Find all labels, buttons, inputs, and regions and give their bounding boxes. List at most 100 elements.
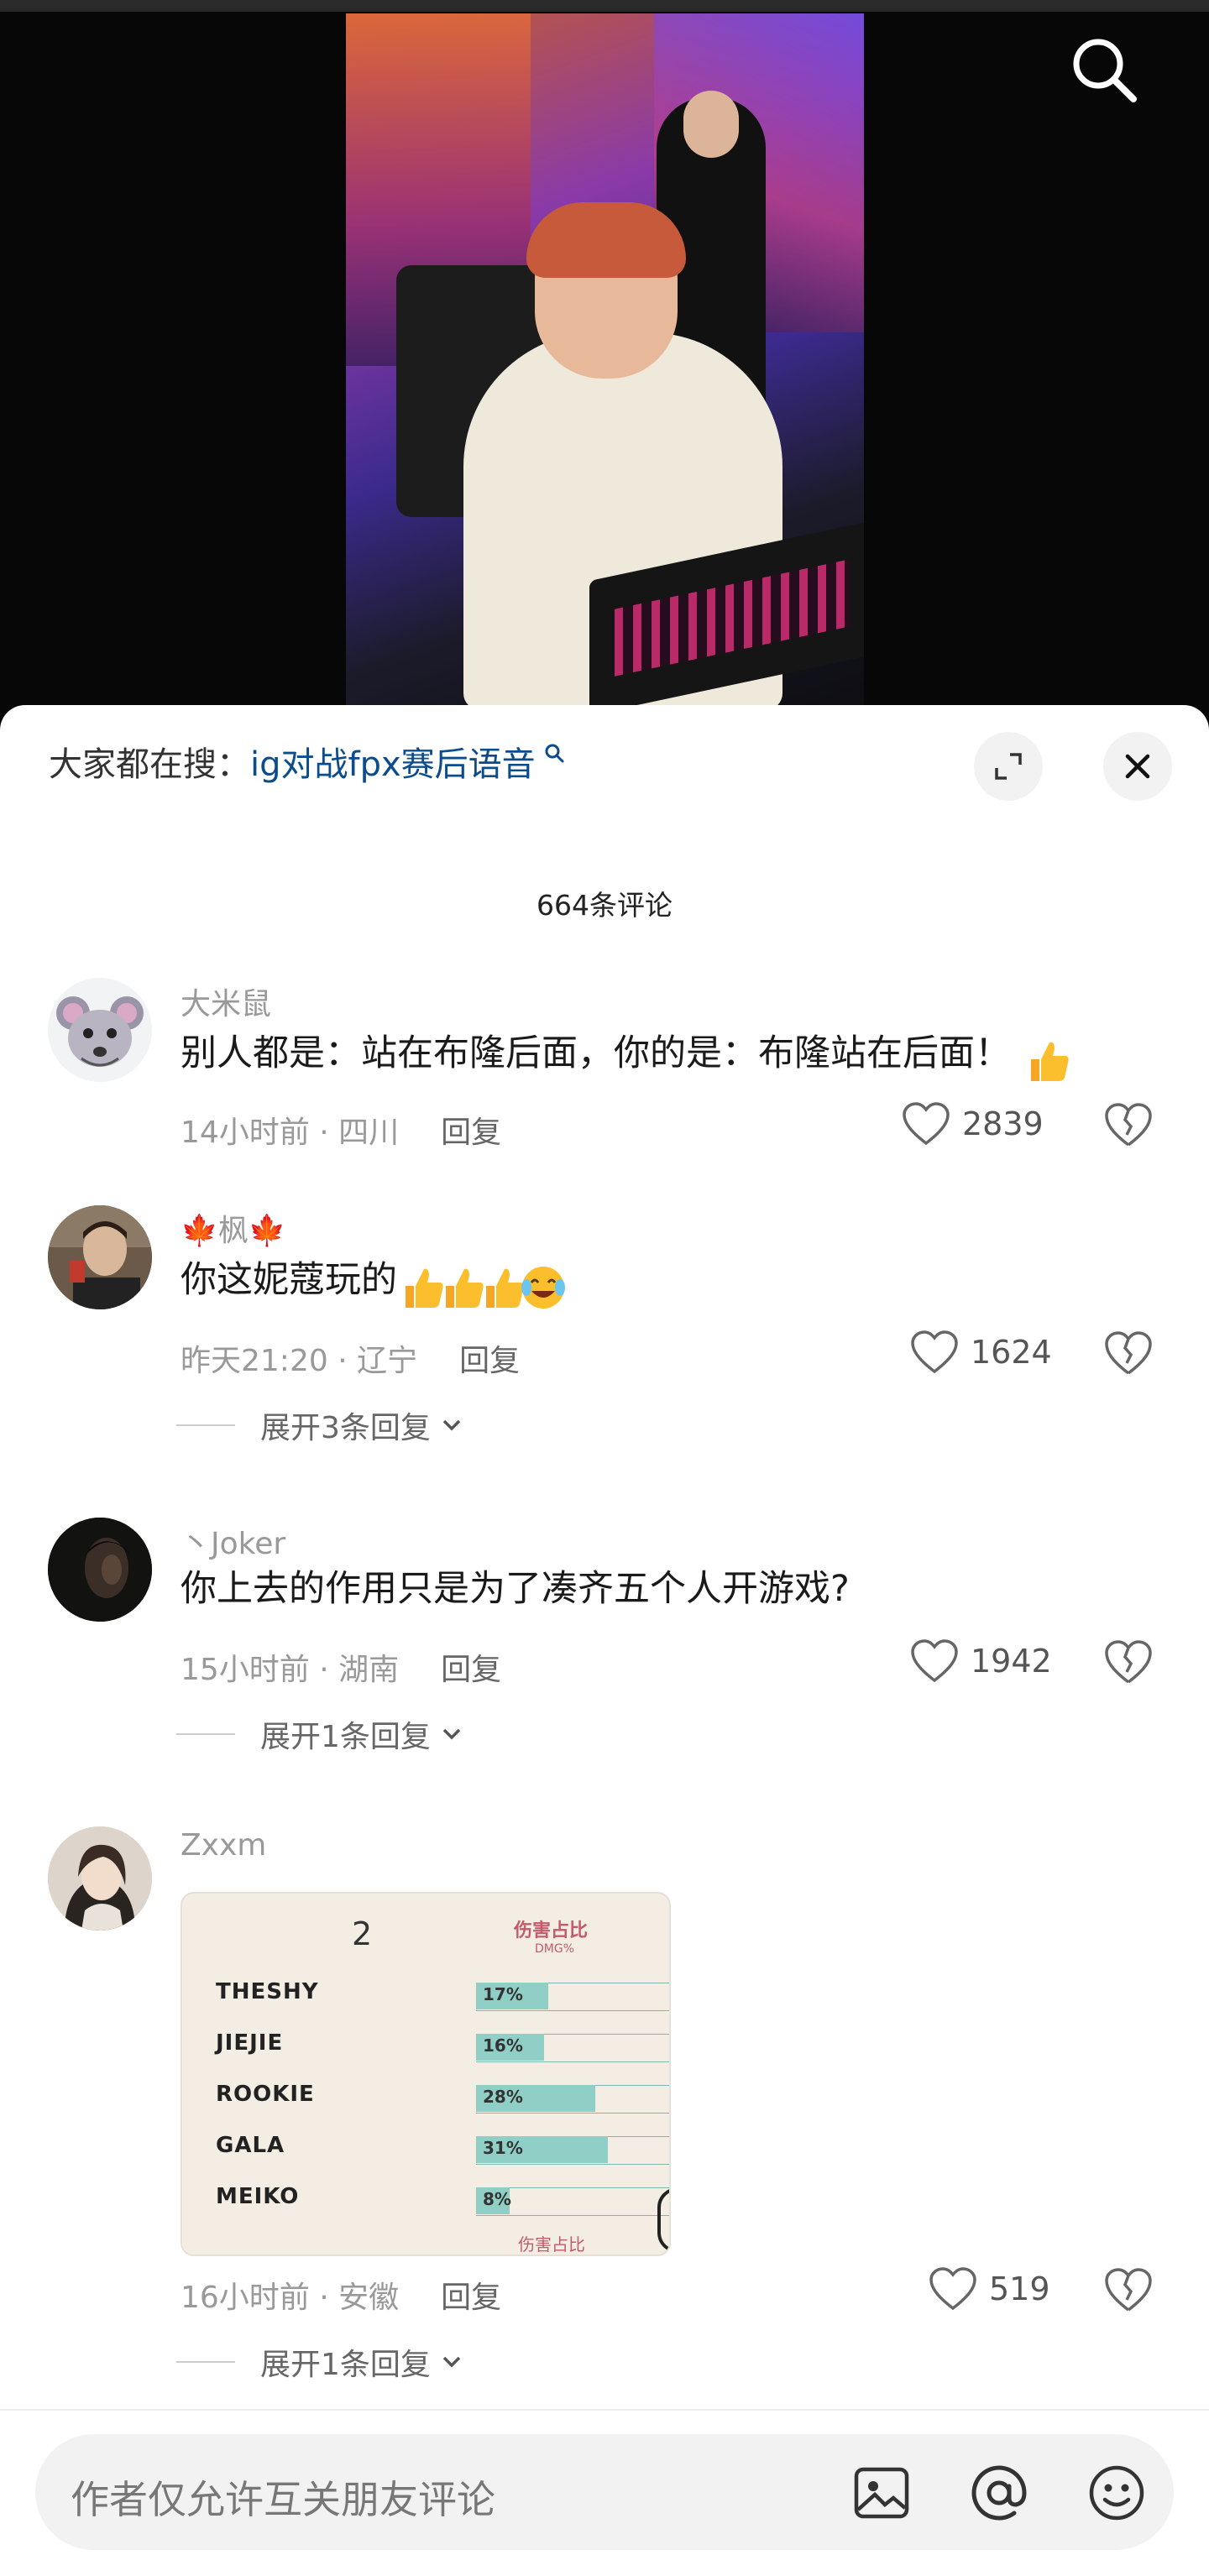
video-player[interactable] bbox=[0, 0, 1209, 722]
comment-username[interactable]: 大米鼠 bbox=[181, 980, 271, 1023]
comment-time: 16小时前 · 安徽 bbox=[181, 2281, 400, 2315]
like-count: 519 bbox=[989, 2270, 1050, 2307]
reply-button[interactable]: 回复 bbox=[441, 2281, 501, 2315]
search-icon[interactable] bbox=[1068, 34, 1140, 106]
avatar[interactable] bbox=[48, 1205, 152, 1309]
heart-icon bbox=[911, 1330, 958, 1374]
chevron-down-icon bbox=[442, 1728, 461, 1740]
comment-username[interactable]: Zxxm bbox=[181, 1828, 266, 1863]
close-icon bbox=[1125, 754, 1150, 779]
stat-row: JIEJIE 16% bbox=[216, 2030, 669, 2062]
player-name: THESHY bbox=[216, 1979, 319, 2004]
like-count: 1942 bbox=[971, 1643, 1052, 1680]
comment-input-placeholder: 作者仅允许互关朋友评论 bbox=[71, 2477, 495, 2522]
dislike-button[interactable] bbox=[1103, 1638, 1154, 1689]
comments-panel: 大家都在搜：ig对战fpx赛后语音 664条评论 大米鼠 别人都是：站在布隆后面… bbox=[0, 705, 1209, 2576]
damage-percent: 16% bbox=[483, 2035, 523, 2056]
expand-replies-button[interactable]: 展开1条回复 bbox=[176, 2340, 466, 2384]
dislike-button[interactable] bbox=[1103, 1330, 1154, 1380]
reply-button[interactable]: 回复 bbox=[459, 1344, 520, 1378]
divider-line bbox=[176, 2361, 235, 2363]
divider-line bbox=[176, 1424, 235, 1426]
hot-search-term[interactable]: ig对战fpx赛后语音 bbox=[250, 745, 536, 784]
maple-leaf-icon: 🍁 bbox=[181, 1214, 218, 1248]
expand-icon bbox=[995, 753, 1022, 780]
damage-percent: 28% bbox=[483, 2087, 523, 2107]
close-button[interactable] bbox=[1103, 732, 1172, 801]
reply-button[interactable]: 回复 bbox=[441, 1653, 501, 1687]
comment-text: 别人都是：站在布隆后面，你的是：布隆站在后面！ bbox=[181, 1024, 1069, 1081]
comment-username[interactable]: 🍁枫🍁 bbox=[181, 1206, 286, 1250]
comment-count: 664条评论 bbox=[536, 889, 673, 922]
expand-replies-button[interactable]: 展开3条回复 bbox=[176, 1403, 466, 1447]
damage-percent: 31% bbox=[483, 2138, 523, 2158]
comment-time: 15小时前 · 湖南 bbox=[181, 1653, 400, 1687]
player-name: MEIKO bbox=[216, 2184, 300, 2209]
status-bar bbox=[0, 0, 1209, 12]
avatar[interactable] bbox=[48, 1826, 152, 1931]
damage-percent: 8% bbox=[483, 2189, 511, 2209]
dislike-button[interactable] bbox=[1103, 2266, 1154, 2317]
comment-meta: 16小时前 · 安徽 回复 bbox=[181, 2273, 501, 2317]
video-frame[interactable] bbox=[346, 13, 864, 708]
broken-heart-icon bbox=[1105, 1640, 1152, 1684]
dislike-button[interactable] bbox=[1103, 1101, 1154, 1152]
thumbs-up-icon bbox=[478, 1262, 524, 1308]
reply-button[interactable]: 回复 bbox=[441, 1116, 501, 1150]
thumbs-up-icon bbox=[437, 1262, 484, 1308]
like-button[interactable]: 1624 bbox=[910, 1330, 1052, 1375]
stat-row: MEIKO 8% bbox=[216, 2184, 669, 2216]
expand-button[interactable] bbox=[974, 732, 1043, 801]
expand-replies-button[interactable]: 展开1条回复 bbox=[176, 1712, 466, 1756]
broken-heart-icon bbox=[1105, 1331, 1152, 1375]
divider-line bbox=[176, 1733, 235, 1735]
comment-meta: 15小时前 · 湖南 回复 bbox=[181, 1645, 501, 1689]
stat-row: THESHY 17% bbox=[216, 1979, 669, 2011]
image-header: 伤害占比 bbox=[514, 1920, 589, 1941]
heart-icon bbox=[911, 1639, 958, 1683]
heart-icon bbox=[929, 2267, 976, 2311]
comment-text: 你上去的作用只是为了凑齐五个人开游戏? bbox=[181, 1568, 850, 1610]
maple-leaf-icon: 🍁 bbox=[248, 1214, 286, 1248]
image-icon[interactable] bbox=[850, 2461, 913, 2525]
input-divider bbox=[0, 2409, 1209, 2411]
player-hair bbox=[526, 202, 686, 278]
like-count: 1624 bbox=[971, 1334, 1052, 1371]
comment-text: 你这妮蔻玩的 bbox=[181, 1251, 565, 1309]
thumbs-up-icon bbox=[397, 1262, 443, 1308]
comment-image[interactable]: 2 伤害占比 DMG% THESHY 17% JIEJIE 16% ROOKIE 28% G… bbox=[181, 1892, 671, 2256]
hot-search[interactable]: 大家都在搜：ig对战fpx赛后语音 bbox=[49, 737, 565, 786]
avatar[interactable] bbox=[48, 1518, 152, 1622]
like-count: 2839 bbox=[962, 1105, 1044, 1142]
comment-meta: 昨天21:20 · 辽宁 回复 bbox=[181, 1336, 520, 1380]
stat-row: ROOKIE 28% bbox=[216, 2082, 669, 2114]
at-icon[interactable] bbox=[967, 2461, 1031, 2525]
player-name: ROOKIE bbox=[216, 2082, 315, 2107]
like-button[interactable]: 1942 bbox=[910, 1638, 1052, 1684]
avatar[interactable] bbox=[48, 978, 152, 1082]
player-name: JIEJIE bbox=[216, 2030, 284, 2056]
thumbs-up-icon bbox=[1023, 1036, 1069, 1081]
comment-meta: 14小时前 · 四川 回复 bbox=[181, 1108, 501, 1152]
stat-row: GALA 31% bbox=[216, 2133, 669, 2165]
like-button[interactable]: 2839 bbox=[902, 1101, 1044, 1147]
image-number: 2 bbox=[352, 1915, 373, 1952]
laughing-crying-icon bbox=[518, 1262, 565, 1309]
heart-icon bbox=[903, 1102, 950, 1146]
chevron-down-icon bbox=[442, 1419, 461, 1431]
comment-time: 昨天21:20 · 辽宁 bbox=[181, 1344, 418, 1378]
chevron-down-icon bbox=[442, 2356, 461, 2368]
emoji-icon[interactable] bbox=[1085, 2461, 1149, 2525]
comment-time: 14小时前 · 四川 bbox=[181, 1116, 400, 1150]
broken-heart-icon bbox=[1105, 2268, 1152, 2312]
ring-shape bbox=[657, 2187, 669, 2253]
comment-input[interactable]: 作者仅允许互关朋友评论 bbox=[35, 2434, 1174, 2550]
comment-username[interactable]: 丶Joker bbox=[181, 1519, 285, 1563]
image-footer: 伤害占比 bbox=[518, 2234, 585, 2255]
search-icon bbox=[536, 742, 565, 770]
like-button[interactable]: 519 bbox=[929, 2266, 1050, 2312]
hot-search-prefix: 大家都在搜： bbox=[49, 745, 250, 784]
image-header-sub: DMG% bbox=[535, 1942, 575, 1956]
player-name: GALA bbox=[216, 2133, 285, 2158]
broken-heart-icon bbox=[1105, 1103, 1152, 1147]
